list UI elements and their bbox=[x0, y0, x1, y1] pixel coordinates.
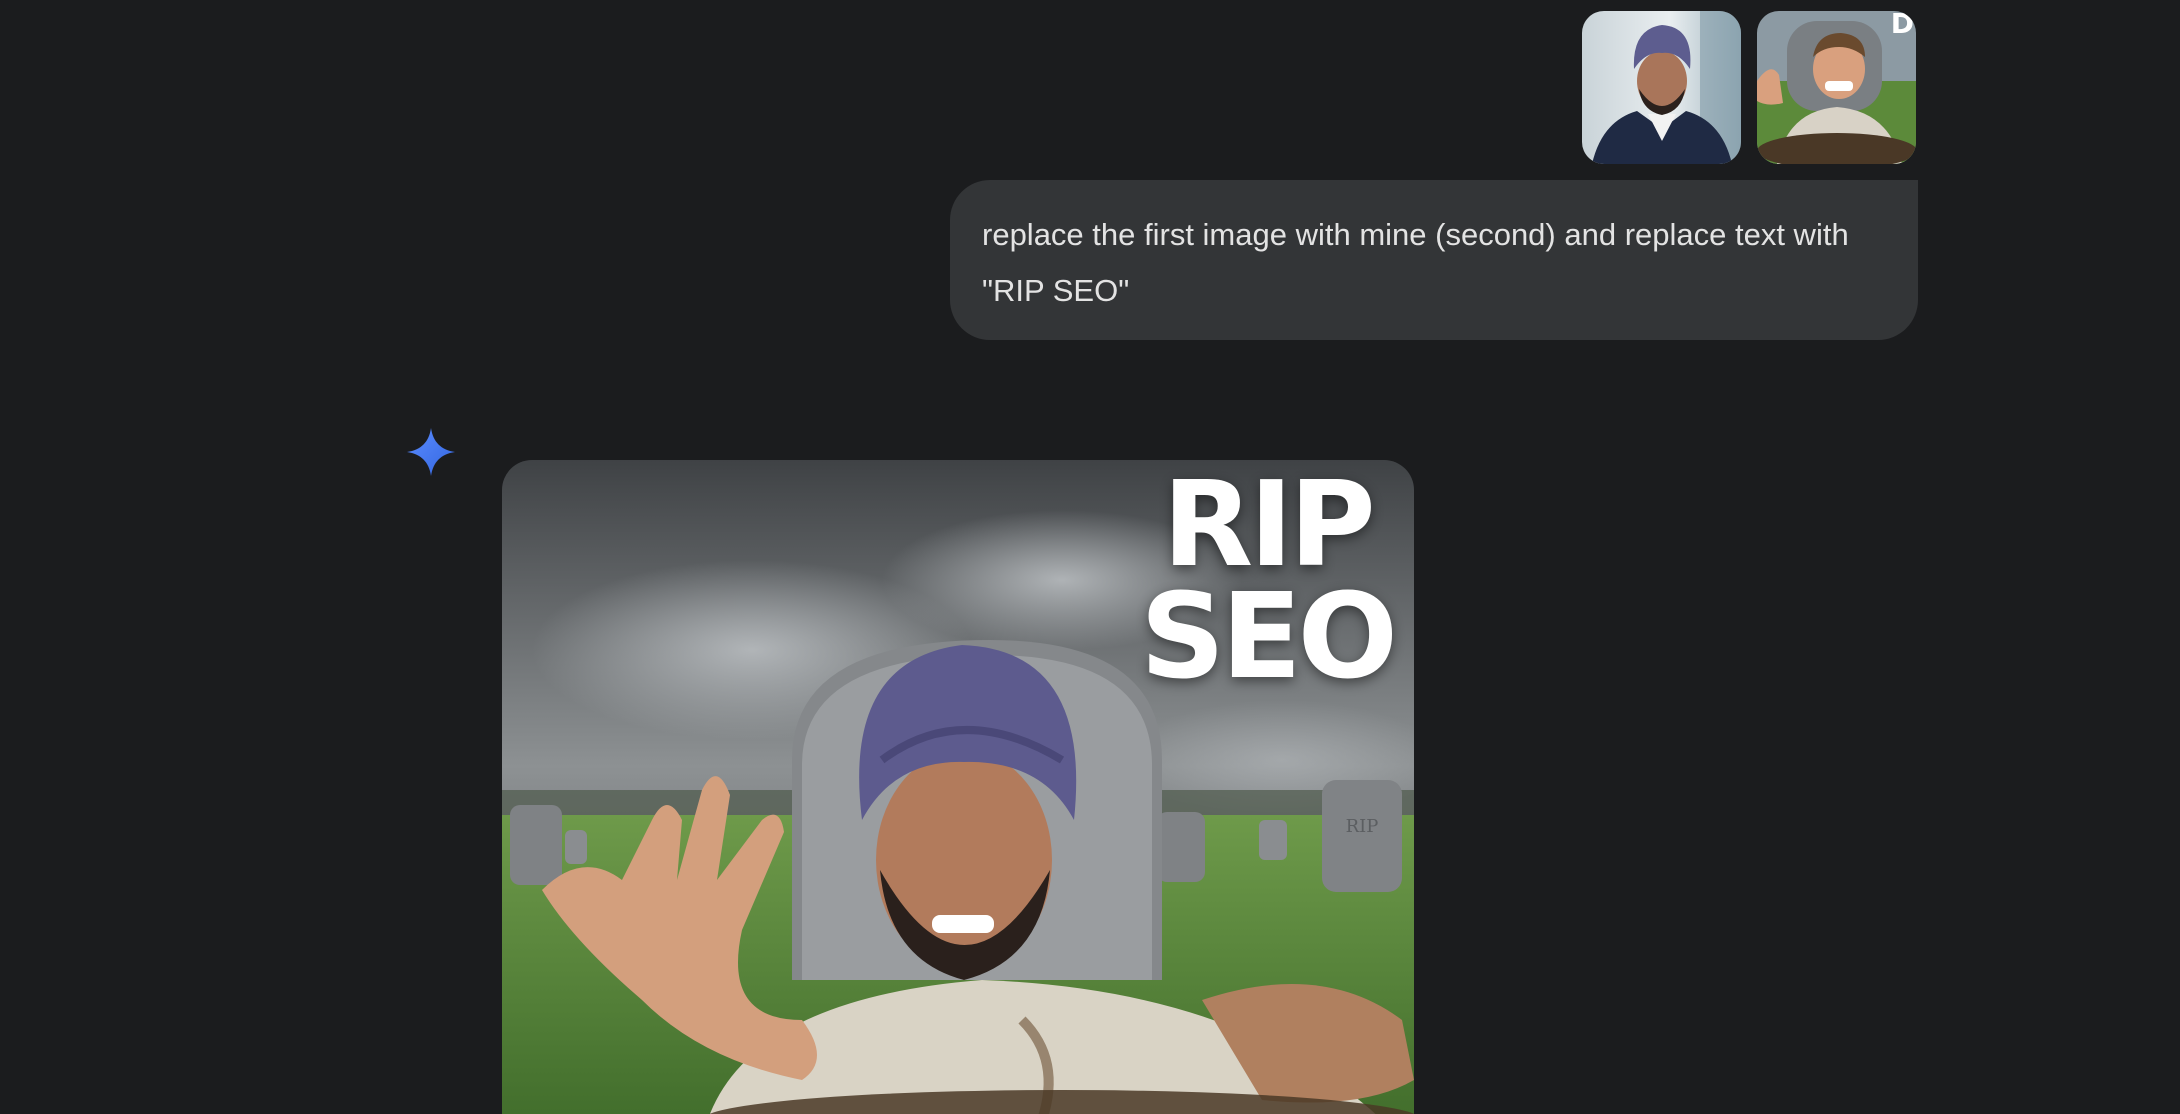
small-tombstone-text: RIP bbox=[1346, 816, 1379, 837]
generated-image[interactable]: RIP RIP SEO bbox=[502, 460, 1414, 1114]
generated-image-headline: RIP SEO bbox=[1140, 460, 1398, 705]
attachment-thumbnail-headshot[interactable] bbox=[1582, 11, 1741, 164]
gemini-spark-icon bbox=[407, 428, 455, 476]
user-attachments: D bbox=[1582, 11, 1916, 164]
chat-page: D replace the first image with mine (sec… bbox=[0, 0, 2180, 1114]
user-message-text: replace the first image with mine (secon… bbox=[982, 217, 1849, 308]
user-message-bubble: replace the first image with mine (secon… bbox=[950, 180, 1918, 340]
headline-line-1: RIP bbox=[1162, 460, 1375, 593]
headline-line-2: SEO bbox=[1140, 567, 1398, 705]
attachment-corner-text: D bbox=[1890, 11, 1914, 40]
attachment-thumbnail-source[interactable]: D bbox=[1757, 11, 1916, 164]
